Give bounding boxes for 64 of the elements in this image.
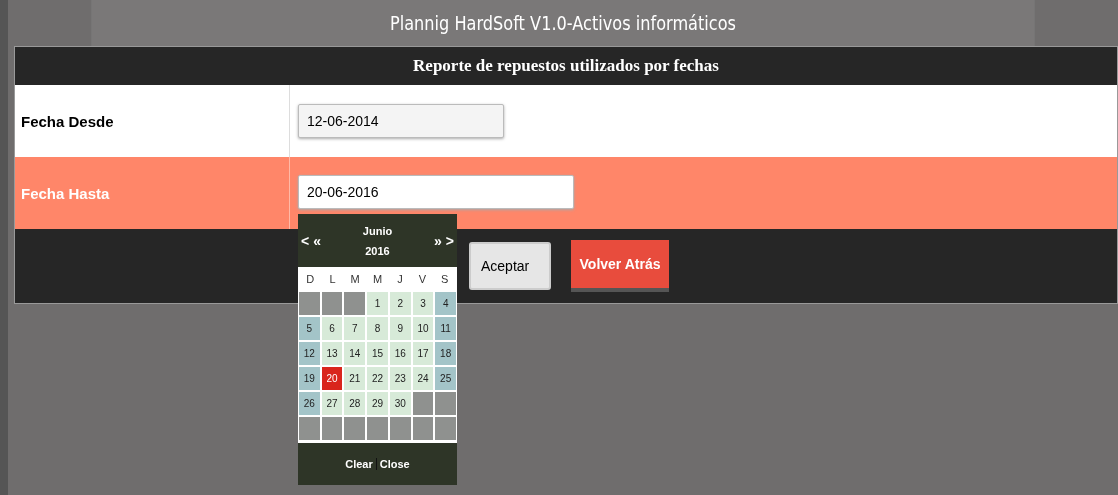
day-cell[interactable]: 7 <box>344 317 366 340</box>
next-year-button[interactable]: > <box>445 232 454 249</box>
empty-day-cell <box>435 417 457 440</box>
prev-month-button[interactable]: « <box>313 232 321 249</box>
day-cell[interactable]: 27 <box>321 392 343 415</box>
day-cell[interactable]: 4 <box>435 292 457 315</box>
empty-day-cell <box>321 417 343 440</box>
empty-day-cell <box>412 417 434 440</box>
close-button[interactable]: Close <box>379 458 410 470</box>
day-cell[interactable]: 19 <box>299 367 320 390</box>
empty-day-cell <box>321 292 343 315</box>
day-cell[interactable]: 8 <box>367 317 388 340</box>
weekday-label: V <box>417 273 427 285</box>
accept-button[interactable]: Aceptar <box>469 242 551 290</box>
day-cell[interactable]: 15 <box>367 342 388 365</box>
empty-day-cell <box>435 392 457 415</box>
empty-day-cell <box>344 292 366 315</box>
day-cell[interactable]: 24 <box>412 367 434 390</box>
day-cell[interactable]: 17 <box>412 342 434 365</box>
day-cell[interactable]: 6 <box>321 317 343 340</box>
weekday-label: D <box>305 273 316 285</box>
back-button[interactable]: Volver Atrás <box>571 240 669 292</box>
day-cell[interactable]: 3 <box>412 292 434 315</box>
day-cell[interactable]: 21 <box>344 367 366 390</box>
day-cell[interactable]: 23 <box>389 367 411 390</box>
day-cell[interactable]: 11 <box>435 317 457 340</box>
day-cell[interactable]: 13 <box>321 342 343 365</box>
next-month-button[interactable]: » <box>434 232 442 249</box>
day-cell[interactable]: 2 <box>389 292 411 315</box>
day-cell[interactable]: 25 <box>435 367 457 390</box>
weekday-label: M <box>349 273 361 285</box>
prev-year-button[interactable]: < <box>301 232 310 249</box>
empty-day-cell <box>389 417 411 440</box>
day-cell[interactable]: 12 <box>299 342 320 365</box>
field-label: Fecha Hasta <box>21 184 110 202</box>
day-cell[interactable]: 16 <box>389 342 411 365</box>
day-cell[interactable]: 5 <box>299 317 320 340</box>
day-cell[interactable]: 18 <box>435 342 457 365</box>
window-title: Plannig HardSoft V1.0-Activos informáticos <box>389 12 736 34</box>
year-label: 2016 <box>365 244 390 257</box>
day-cell[interactable]: 26 <box>299 392 320 415</box>
day-cell[interactable]: 1 <box>367 292 388 315</box>
day-cell[interactable]: 10 <box>412 317 434 340</box>
day-cell[interactable]: 28 <box>344 392 366 415</box>
day-cell[interactable]: 9 <box>389 317 411 340</box>
day-cell[interactable]: 14 <box>344 342 366 365</box>
clear-button[interactable]: Clear <box>345 458 373 470</box>
day-cell[interactable]: 30 <box>389 392 411 415</box>
weekday-label: M <box>371 273 384 285</box>
day-cell[interactable]: 29 <box>367 392 388 415</box>
weekday-label: S <box>440 273 450 285</box>
field-label: Fecha Desde <box>21 112 114 130</box>
date-field[interactable]: 12-06-2014 <box>298 104 504 138</box>
weekday-label: L <box>328 273 337 285</box>
day-cell[interactable]: 20 <box>321 367 343 390</box>
weekday-label: J <box>396 273 404 285</box>
day-cell[interactable]: 22 <box>367 367 388 390</box>
empty-day-cell <box>344 417 366 440</box>
date-field[interactable]: 20-06-2016 <box>298 175 574 209</box>
form-heading: Reporte de repuestos utilizados por fechas <box>412 55 720 77</box>
empty-day-cell <box>299 417 320 440</box>
empty-day-cell <box>412 392 434 415</box>
empty-day-cell <box>367 417 388 440</box>
month-label: Junio <box>362 224 393 237</box>
